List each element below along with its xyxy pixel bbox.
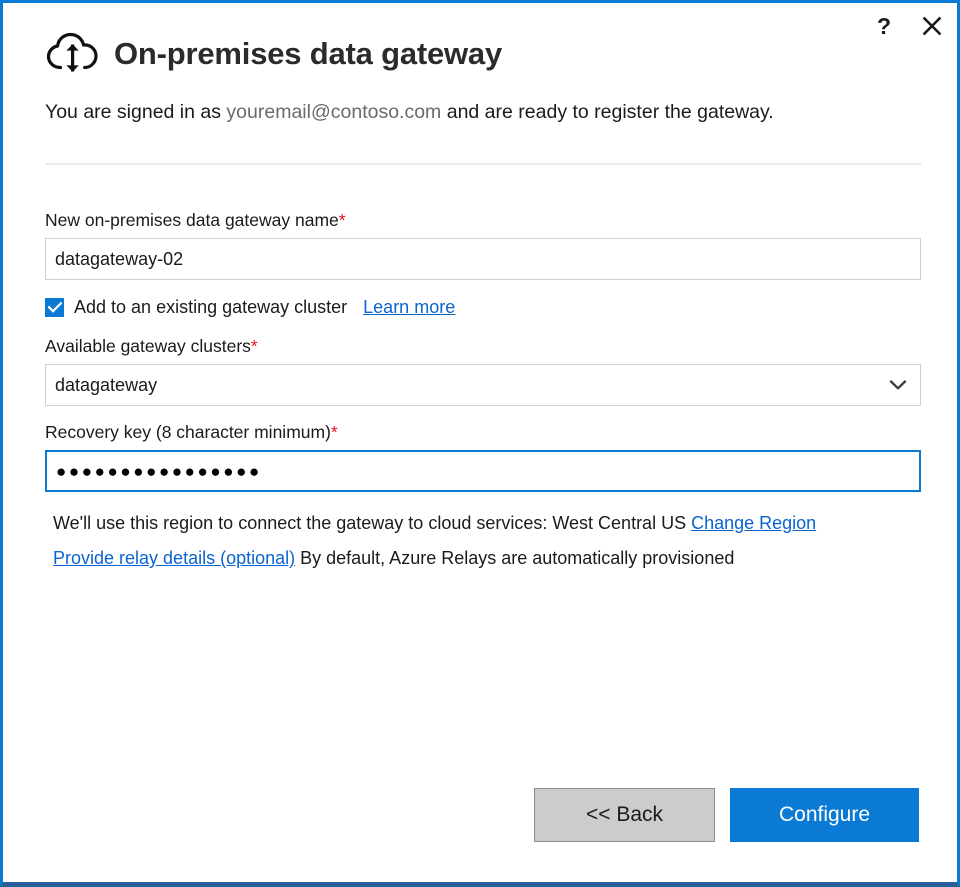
provide-relay-details-link[interactable]: Provide relay details (optional)	[53, 548, 295, 568]
titlebar-controls: ?	[869, 11, 947, 41]
gateway-setup-window: ? On-premises data gateway You are signe…	[0, 0, 960, 887]
region-note-text: We'll use this region to connect the gat…	[53, 513, 691, 533]
change-region-link[interactable]: Change Region	[691, 513, 816, 533]
signed-in-suffix: and are ready to register the gateway.	[441, 101, 773, 123]
existing-cluster-checkbox[interactable]	[45, 298, 64, 317]
page-title: On-premises data gateway	[114, 36, 502, 72]
existing-cluster-row: Add to an existing gateway cluster Learn…	[45, 297, 921, 318]
learn-more-link[interactable]: Learn more	[363, 297, 455, 318]
cluster-select-wrap[interactable]: datagateway	[45, 364, 921, 406]
gateway-name-label: New on-premises data gateway name*	[45, 210, 921, 231]
recovery-key-label: Recovery key (8 character minimum)*	[45, 422, 921, 443]
cluster-select-value[interactable]: datagateway	[45, 364, 921, 406]
cluster-select-label: Available gateway clusters*	[45, 336, 921, 357]
close-icon[interactable]	[917, 11, 947, 41]
header: On-premises data gateway	[44, 30, 502, 78]
existing-cluster-label: Add to an existing gateway cluster	[74, 297, 347, 318]
recovery-key-group: Recovery key (8 character minimum)* ●●●●…	[45, 422, 921, 492]
relay-note-text: By default, Azure Relays are automatical…	[295, 548, 734, 568]
help-icon[interactable]: ?	[869, 11, 899, 41]
required-asterisk: *	[339, 210, 346, 230]
cloud-upload-download-icon	[44, 30, 102, 78]
footer-actions: << Back Configure	[534, 788, 919, 842]
signed-in-email: youremail@contoso.com	[226, 101, 441, 123]
configure-button[interactable]: Configure	[730, 788, 919, 842]
gateway-name-label-text: New on-premises data gateway name	[45, 210, 339, 230]
relay-note: Provide relay details (optional) By defa…	[45, 545, 921, 571]
chevron-down-icon[interactable]	[889, 364, 907, 406]
header-divider	[45, 163, 921, 165]
gateway-name-group: New on-premises data gateway name*	[45, 210, 921, 280]
gateway-name-input[interactable]	[45, 238, 921, 280]
cluster-select-label-text: Available gateway clusters	[45, 336, 251, 356]
cluster-select-group: Available gateway clusters* datagateway	[45, 336, 921, 406]
recovery-key-input[interactable]: ●●●●●●●●●●●●●●●●	[45, 450, 921, 492]
required-asterisk: *	[331, 422, 338, 442]
back-button[interactable]: << Back	[534, 788, 715, 842]
signed-in-message: You are signed in as youremail@contoso.c…	[45, 99, 805, 125]
required-asterisk: *	[251, 336, 258, 356]
registration-form: New on-premises data gateway name* Add t…	[45, 210, 921, 571]
signed-in-prefix: You are signed in as	[45, 101, 226, 123]
recovery-key-masked-value: ●●●●●●●●●●●●●●●●	[56, 463, 262, 480]
region-note: We'll use this region to connect the gat…	[45, 510, 921, 536]
recovery-key-label-text: Recovery key (8 character minimum)	[45, 422, 331, 442]
